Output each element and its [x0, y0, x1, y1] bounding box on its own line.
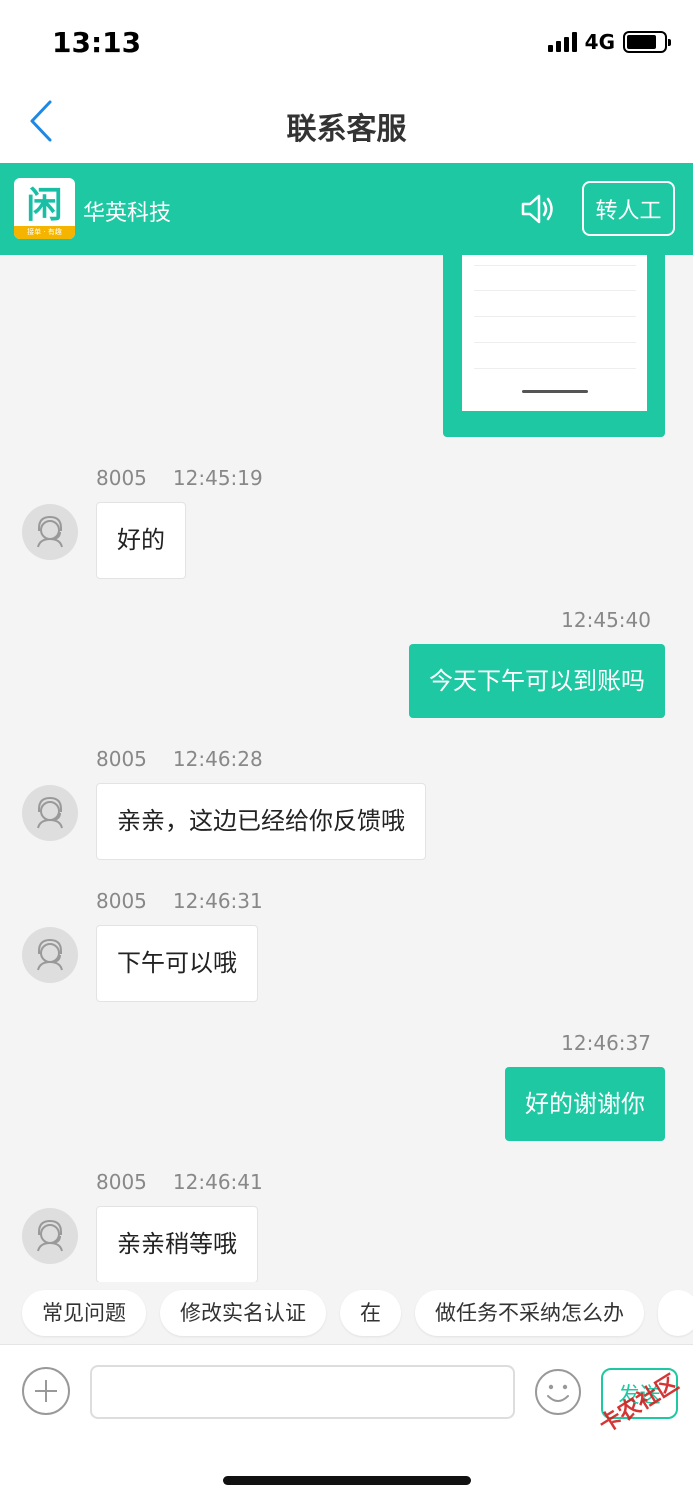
- add-attachment-button[interactable]: [22, 1367, 70, 1415]
- signal-icon: [547, 32, 577, 52]
- message-bubble-own: 好的谢谢你: [505, 1067, 665, 1141]
- status-time: 13:13: [52, 26, 142, 59]
- message-bubble: 亲亲，这边已经给你反馈哦: [96, 783, 426, 860]
- headset-agent-icon: [37, 938, 63, 971]
- speaker-icon[interactable]: [519, 190, 557, 228]
- logo-caption: 接单 · 有趣: [14, 226, 75, 239]
- status-bar: 13:13 4G: [0, 0, 693, 80]
- message-time: 12:45:19: [172, 466, 263, 490]
- transfer-to-human-button[interactable]: 转人工: [582, 181, 675, 236]
- message-bubble-own: 今天下午可以到账吗: [409, 644, 665, 718]
- image-message[interactable]: [443, 255, 665, 437]
- message-bubble: 下午可以哦: [96, 925, 258, 1002]
- sender-id: 8005: [96, 1170, 147, 1194]
- message-meta: 8005 12:46:31: [96, 889, 263, 913]
- message-bubble: 好的: [96, 502, 186, 579]
- headset-agent-icon: [37, 796, 63, 829]
- smiley-icon: [535, 1369, 581, 1415]
- message-meta: 8005 12:46:41: [96, 1170, 263, 1194]
- agent-avatar: [22, 504, 78, 560]
- message-meta: 8005 12:46:28: [96, 747, 263, 771]
- headset-agent-icon: [37, 1219, 63, 1252]
- quick-reply-chip[interactable]: 在: [340, 1290, 401, 1336]
- message-time: 12:45:40: [561, 608, 651, 632]
- message-time: 12:46:37: [561, 1031, 651, 1055]
- agent-avatar: [22, 1208, 78, 1264]
- company-name: 华英科技: [83, 201, 172, 226]
- quick-reply-chip-partial[interactable]: [658, 1290, 693, 1336]
- home-indicator[interactable]: [223, 1476, 471, 1485]
- quick-reply-chip[interactable]: 常见问题: [22, 1290, 146, 1336]
- nav-bar: 联系客服: [0, 80, 693, 163]
- battery-icon: [623, 31, 671, 53]
- sender-id: 8005: [96, 889, 147, 913]
- agent-avatar: [22, 785, 78, 841]
- message-time: 12:46:28: [172, 747, 263, 771]
- quick-replies: 常见问题 修改实名认证 在 做任务不采纳怎么办: [0, 1282, 693, 1344]
- network-type: 4G: [584, 30, 615, 54]
- page-title: 联系客服: [286, 112, 407, 147]
- message-time: 12:46:41: [172, 1170, 263, 1194]
- emoji-button[interactable]: [533, 1367, 583, 1417]
- headset-agent-icon: [37, 515, 63, 548]
- quick-reply-chip[interactable]: 做任务不采纳怎么办: [415, 1290, 644, 1336]
- app-logo: 闲 接单 · 有趣: [14, 178, 75, 239]
- message-input[interactable]: [90, 1365, 515, 1419]
- sender-id: 8005: [96, 466, 147, 490]
- message-meta: 8005 12:45:19: [96, 466, 263, 490]
- quick-reply-chip[interactable]: 修改实名认证: [160, 1290, 326, 1336]
- screenshot-thumbnail: [462, 255, 647, 411]
- message-time: 12:46:31: [172, 889, 263, 913]
- sender-id: 8005: [96, 747, 147, 771]
- message-bubble: 亲亲稍等哦: [96, 1206, 258, 1282]
- agent-avatar: [22, 927, 78, 983]
- service-banner: 闲 接单 · 有趣 华英科技 转人工: [0, 163, 693, 255]
- chat-area[interactable]: 8005 12:45:19 好的 12:45:40 今天下午可以到账吗 8005 1…: [0, 255, 693, 1282]
- status-indicators: 4G: [547, 30, 671, 54]
- logo-char: 闲: [26, 184, 63, 226]
